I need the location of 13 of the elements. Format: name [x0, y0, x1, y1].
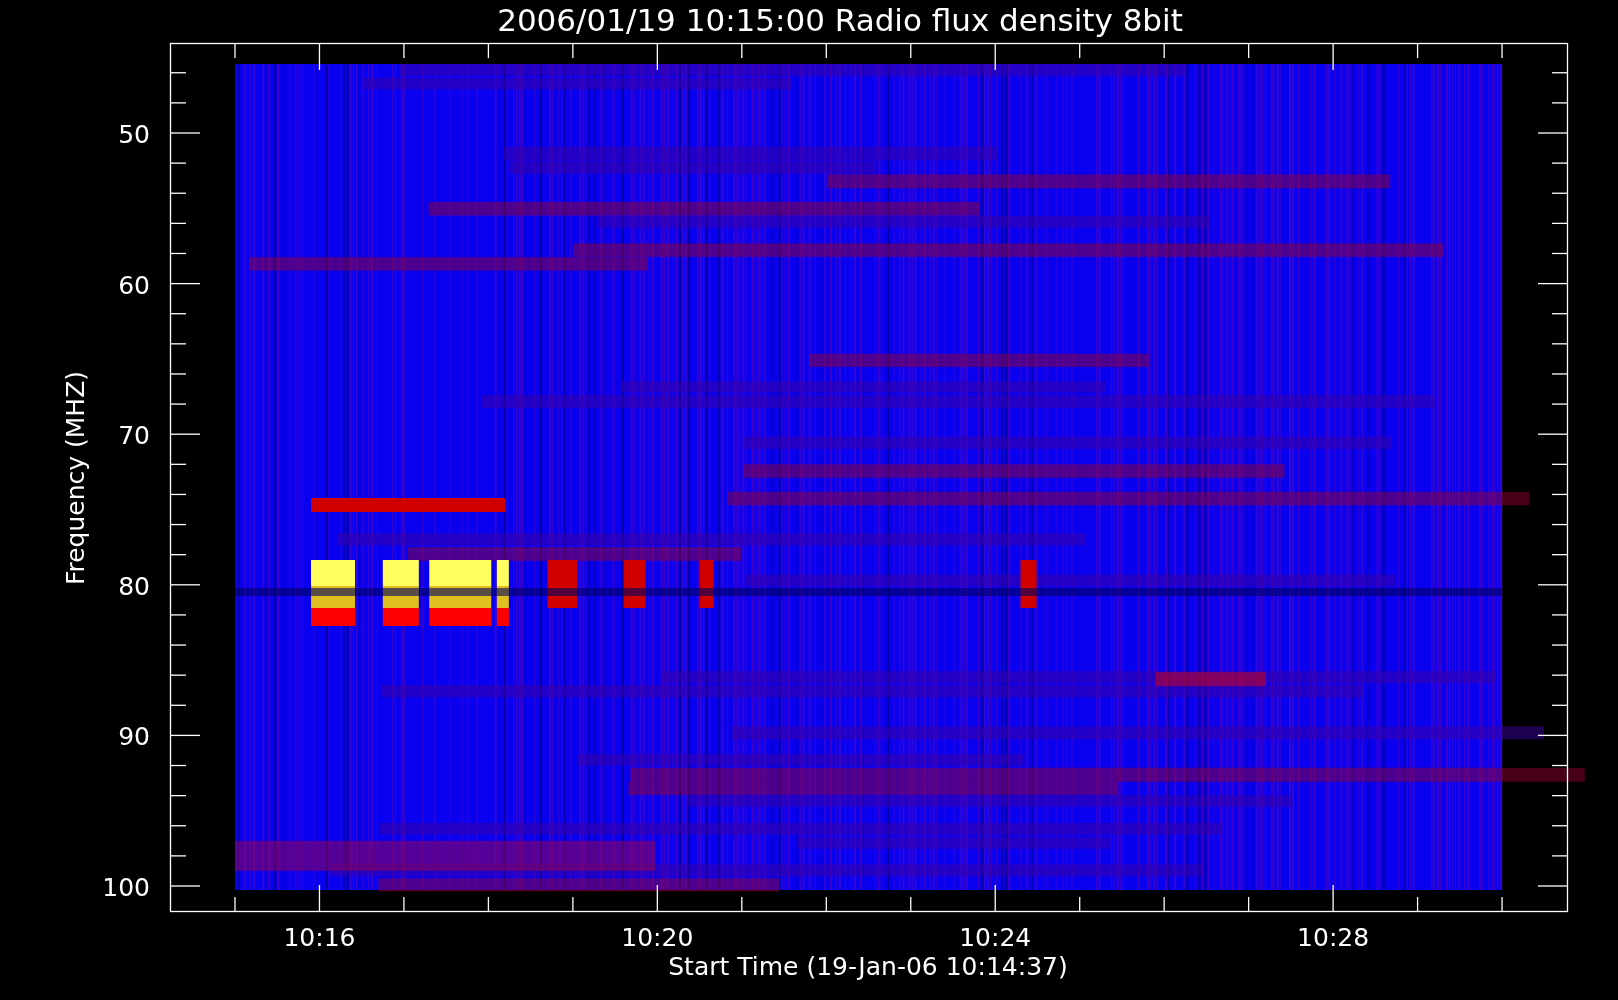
- chart-title: 2006/01/19 10:15:00 Radio flux density 8bit: [497, 2, 1183, 38]
- x-tick-label: 10:28: [1297, 923, 1370, 952]
- x-tick-label: 10:20: [621, 923, 694, 952]
- y-tick-label: 80: [118, 571, 150, 601]
- y-axis-label: Frequency (MHZ): [61, 370, 90, 586]
- y-tick-label: 60: [118, 270, 150, 300]
- x-axis-label: Start Time (19-Jan-06 10:14:37): [668, 952, 1068, 981]
- y-tick-label: 90: [118, 722, 150, 752]
- y-tick-label: 70: [118, 421, 150, 451]
- x-tick-label: 10:16: [283, 923, 356, 952]
- y-tick-label: 100: [102, 873, 150, 902]
- x-tick-label: 10:24: [959, 923, 1032, 952]
- y-tick-label: 50: [118, 120, 150, 149]
